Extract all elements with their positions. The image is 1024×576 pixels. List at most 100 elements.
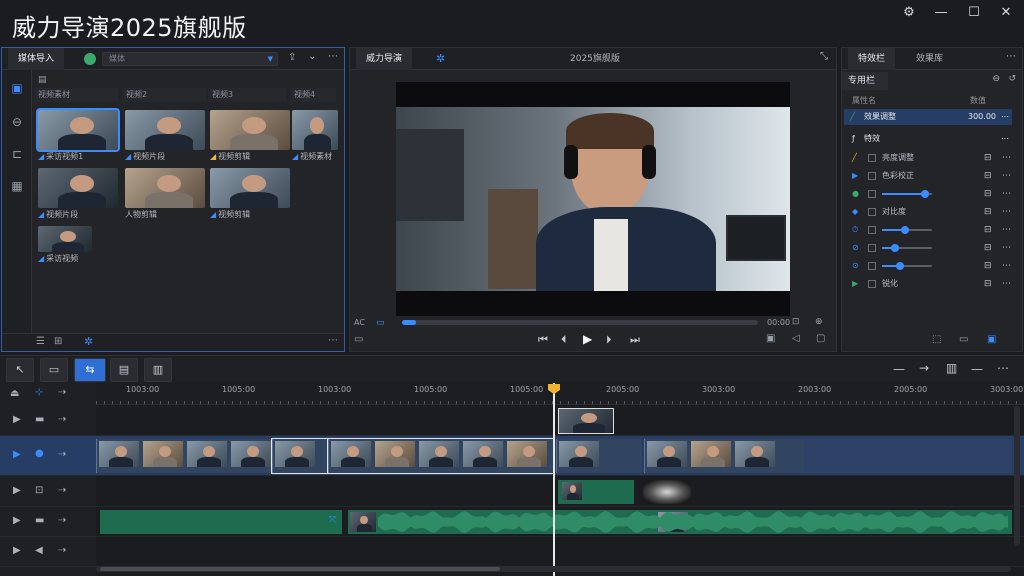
media-search-input[interactable]: 媒体 ▼ [102, 52, 278, 66]
skip-forward-icon[interactable]: ⏭ [630, 333, 640, 347]
overlay-clip[interactable] [558, 408, 614, 434]
lock-icon[interactable]: ⏏ [10, 388, 19, 399]
keyframe-icon[interactable]: ⊟ [984, 186, 992, 202]
more-icon[interactable]: ⋯ [1001, 109, 1009, 125]
play-icon[interactable]: ▶ [583, 332, 592, 346]
link-icon[interactable]: ⊖ [992, 74, 1000, 84]
effect-row[interactable]: ⊘ ⊟ ⋯ [844, 240, 1012, 256]
title-icon[interactable]: ⊏ [9, 146, 25, 162]
media-clip[interactable]: ◢ 视频片段 [125, 110, 205, 164]
effect-slider[interactable] [882, 262, 932, 270]
keyframe-icon[interactable]: ⊟ [984, 150, 992, 166]
column-header[interactable]: 视频素材 [34, 88, 118, 102]
more-icon[interactable]: ⋯ [328, 51, 338, 62]
media-clip[interactable]: ◢ 采访视频 [38, 226, 92, 266]
add-media-icon[interactable]: ⊞ [54, 336, 62, 347]
effect-checkbox[interactable] [868, 280, 876, 288]
effect-slider[interactable] [882, 244, 932, 252]
transition-clip[interactable] [643, 480, 691, 504]
audio-icon[interactable]: ◁ [792, 333, 800, 344]
minimize-icon[interactable]: — [931, 4, 951, 22]
snapshot-icon[interactable]: ▭ [354, 334, 363, 345]
timeline-ruler[interactable]: 1003:00 1005:00 1003:00 1005:00 1005:00 2005:… [96, 383, 1024, 405]
vertical-scrollbar[interactable] [1014, 406, 1020, 546]
trim-tool-icon[interactable]: ▭ [40, 358, 68, 382]
link-icon[interactable]: ⇢ [58, 545, 66, 556]
play-icon[interactable]: ▶ [13, 485, 21, 496]
link-icon[interactable]: ⇢ [58, 414, 66, 425]
keyframe-icon[interactable]: ⊟ [984, 276, 992, 292]
video-clip[interactable] [96, 439, 272, 473]
speaker-icon[interactable]: ◀ [35, 545, 43, 556]
keyframe-icon[interactable]: ⊟ [984, 240, 992, 256]
step-back-icon[interactable]: ⏴ [561, 333, 567, 347]
tab-media-import[interactable]: 媒体导入 [8, 48, 65, 70]
link-icon[interactable]: ⇢ [58, 387, 66, 398]
media-clip[interactable]: ◢ 视频剪辑 [210, 110, 290, 164]
export-icon[interactable]: ⇪ [288, 52, 296, 63]
effect-row[interactable]: ╱ 亮度调整 ⊟ ⋯ [844, 150, 1012, 166]
effect-row[interactable]: ▶ 锐化 ⊟ ⋯ [844, 276, 1012, 292]
play-icon[interactable]: ▶ [13, 545, 21, 556]
video-clip[interactable] [327, 438, 555, 474]
crop-tool-icon[interactable]: ⬚ [932, 334, 941, 345]
media-clip[interactable]: 人物剪辑 [125, 168, 205, 222]
more-icon[interactable]: ⋯ [1002, 150, 1011, 166]
tab-preview[interactable]: 威力导演 [356, 48, 413, 70]
more-icon[interactable]: ⋯ [1002, 240, 1011, 256]
effect-checkbox[interactable] [868, 208, 876, 216]
title-track-icon[interactable]: ⊡ [35, 485, 43, 496]
step-forward-icon[interactable]: ⏵ [606, 333, 612, 347]
column-header[interactable]: 视频2 [122, 88, 206, 102]
slider-knob[interactable] [895, 262, 904, 270]
keyframe-icon[interactable]: ⊟ [984, 222, 992, 238]
keyframe-icon[interactable]: ⊟ [984, 168, 992, 184]
folder-icon[interactable]: ▬ [35, 515, 44, 526]
record-icon[interactable]: ● [35, 448, 44, 459]
reset-icon[interactable]: ↺ [1008, 74, 1016, 84]
arrow-right-icon[interactable]: → [919, 361, 929, 375]
link-icon[interactable]: ⇢ [58, 485, 66, 496]
chevron-down-icon[interactable]: ⌄ [308, 51, 316, 62]
playhead[interactable] [553, 383, 555, 576]
scrollbar-thumb[interactable] [100, 567, 500, 571]
play-icon[interactable]: ▶ [13, 449, 21, 460]
timeline-scrollbar[interactable] [96, 566, 1011, 572]
media-clip[interactable]: ◢ 视频剪辑 [210, 168, 290, 222]
more-icon[interactable]: ⋯ [1002, 258, 1011, 274]
link-icon[interactable]: ⇢ [58, 515, 66, 526]
more-icon[interactable]: ⋯ [1002, 222, 1011, 238]
chevron-down-icon[interactable]: ▼ [268, 53, 273, 65]
video-clip[interactable] [644, 439, 804, 473]
folder-icon[interactable]: ▬ [35, 414, 44, 425]
preview-frame[interactable] [396, 107, 790, 291]
split-tool-icon[interactable]: ⇆ [74, 358, 106, 382]
column-header[interactable]: 视频3 [208, 88, 286, 102]
effect-row[interactable]: ◆ 对比度 ⊟ ⋯ [844, 204, 1012, 220]
skip-back-icon[interactable]: ⏮ [538, 333, 548, 347]
effect-checkbox[interactable] [868, 244, 876, 252]
video-clip[interactable] [556, 439, 642, 473]
effects-icon[interactable]: ✲ [84, 335, 93, 348]
effect-checkbox[interactable] [868, 190, 876, 198]
more-icon[interactable]: ⋯ [1002, 276, 1011, 292]
effect-row[interactable]: ● ⊟ ⋯ [844, 186, 1012, 202]
more-icon[interactable]: ⋯ [1001, 131, 1009, 147]
empty-track-area[interactable] [804, 439, 1012, 473]
audio-clip[interactable]: ⤧ [100, 510, 342, 534]
more-icon[interactable]: ⋯ [1002, 204, 1011, 220]
effect-checkbox[interactable] [868, 226, 876, 234]
effect-checkbox[interactable] [868, 262, 876, 270]
column-header[interactable]: 视频4 [290, 88, 336, 102]
more-icon[interactable]: ⋯ [1002, 168, 1011, 184]
keyframe-icon[interactable]: ⊟ [984, 204, 992, 220]
selected-effect-row[interactable]: ╱ 效果调整 300.00 ⋯ [844, 109, 1012, 125]
effects-icon[interactable]: ✲ [436, 52, 445, 65]
media-color-icon[interactable] [84, 53, 96, 65]
bars-icon[interactable]: ▥ [946, 361, 957, 375]
play-icon[interactable]: ▶ [13, 515, 21, 526]
fullscreen-icon[interactable]: ▢ [816, 333, 825, 344]
tab-effects[interactable]: 特效栏 [848, 48, 896, 70]
grid-icon[interactable]: ▦ [9, 178, 25, 194]
zoom-icon[interactable]: ⊕ [815, 317, 823, 327]
